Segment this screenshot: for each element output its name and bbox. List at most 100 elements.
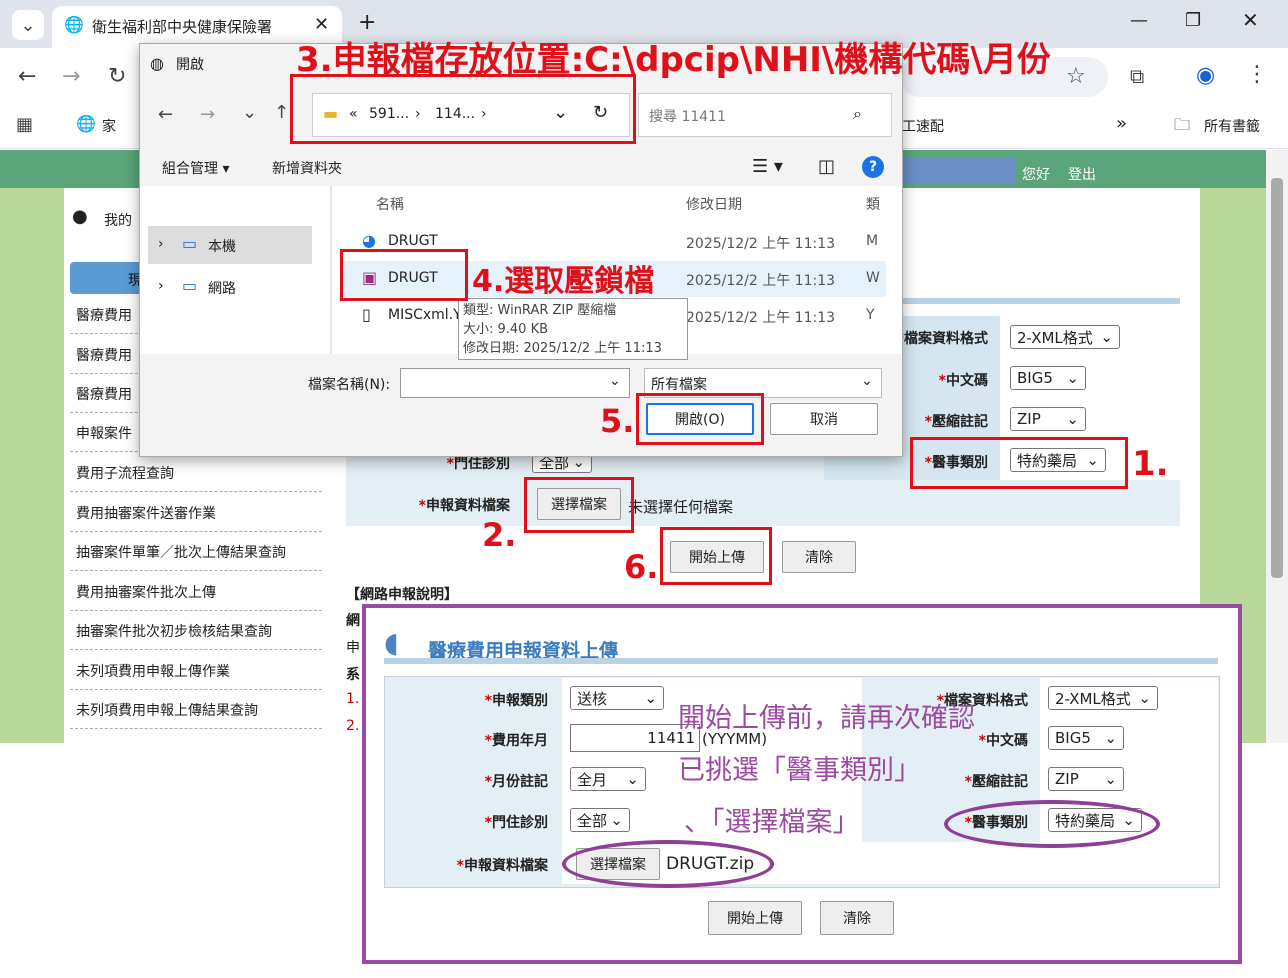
sidebar-item[interactable]: 未列項費用申報上傳作業: [70, 652, 322, 690]
user-name-box: [898, 157, 1016, 183]
reload-icon[interactable]: ↻: [108, 64, 126, 89]
filename-label: 檔案名稱(N):: [308, 377, 391, 393]
sidebar-item[interactable]: 費用子流程查詢: [70, 454, 322, 492]
minimize-icon[interactable]: —: [1130, 10, 1148, 31]
sidebar-item[interactable]: 抽審案件單筆／批次上傳結果查詢: [70, 533, 322, 571]
search-placeholder: 搜尋 11411: [649, 109, 726, 125]
globe-icon: 🌐: [64, 15, 84, 34]
profile-icon[interactable]: ◉: [1196, 63, 1215, 88]
file-name: DRUGT: [388, 233, 438, 249]
sidebar-item[interactable]: 抽審案件批次初步檢核結果查詢: [70, 612, 322, 650]
inset-compress-value: ZIP: [1055, 770, 1079, 788]
new-folder-button[interactable]: 新增資料夾: [272, 158, 342, 178]
notes-line: 網: [346, 613, 360, 629]
organize-menu[interactable]: 組合管理 ▾: [162, 158, 229, 178]
inset-file-label: *申報資料檔案: [456, 858, 548, 874]
col-name-header[interactable]: 名稱: [376, 194, 404, 214]
sidebar-item[interactable]: 費用抽審案件批次上傳: [70, 573, 322, 611]
help-icon[interactable]: ?: [862, 156, 884, 178]
file-icon: ▯: [362, 305, 371, 324]
computer-icon: ▭: [182, 234, 198, 253]
tab-list-button[interactable]: ⌄: [12, 10, 44, 40]
step5-note: 5.: [600, 402, 635, 440]
scroll-thumb[interactable]: [1271, 178, 1283, 578]
apps-icon[interactable]: ▦: [16, 114, 33, 135]
inset-rule: [384, 658, 1218, 664]
file-date: 2025/12/2 上午 11:13: [686, 310, 836, 326]
nav-label: 本機: [208, 239, 236, 255]
chevron-down-icon: ⌄: [20, 14, 36, 36]
extensions-icon[interactable]: ⧉: [1130, 64, 1144, 88]
logout-link[interactable]: 登出: [1068, 164, 1096, 184]
close-window-icon[interactable]: ✕: [1242, 8, 1259, 32]
col-type-header[interactable]: 類: [866, 194, 880, 214]
speech-bubble-icon: ◖: [384, 626, 399, 659]
bookmarks-more[interactable]: »: [1116, 113, 1127, 134]
nav-item-this-pc[interactable]: › ▭ 本機: [148, 226, 312, 264]
inset-monthmark-select[interactable]: 全月 ⌄: [570, 767, 646, 791]
cancel-button[interactable]: 取消: [770, 403, 878, 435]
no-file-text: 未選擇任何檔案: [628, 498, 734, 516]
step3-box: [290, 74, 636, 144]
encoding-select[interactable]: BIG5 ⌄: [1010, 366, 1086, 390]
filename-input[interactable]: ⌄: [400, 368, 630, 398]
chrome-icon: ◍: [150, 54, 164, 73]
back-icon[interactable]: ←: [18, 64, 36, 89]
inset-format-select[interactable]: 2-XML格式 ⌄: [1048, 686, 1158, 710]
nav-item-network[interactable]: › ▭ 網路: [148, 268, 312, 306]
page-scrollbar[interactable]: [1266, 150, 1288, 743]
col-date-header[interactable]: 修改日期: [686, 194, 742, 214]
inset-note-line: 、「選擇檔案」: [684, 807, 860, 838]
chevron-down-icon: ⌄: [861, 373, 873, 389]
medical-highlight-oval: [944, 800, 1160, 848]
star-icon[interactable]: ☆: [1066, 64, 1086, 89]
inset-type-label: *申報類別: [484, 693, 548, 709]
inset-type-select[interactable]: 送核 ⌄: [570, 686, 664, 710]
forward-icon[interactable]: →: [62, 64, 80, 89]
inset-clear-button[interactable]: 清除: [820, 901, 894, 935]
search-box[interactable]: 搜尋 11411 ⌕: [638, 93, 892, 137]
menu-icon[interactable]: ⋮: [1246, 62, 1268, 87]
network-icon: ▭: [182, 276, 198, 295]
all-bookmarks[interactable]: 所有書籤: [1204, 116, 1260, 136]
chevron-right-icon: ›: [158, 236, 164, 252]
chevron-down-icon: ⌄: [610, 811, 623, 829]
step2-box: [524, 477, 634, 533]
restore-icon[interactable]: ❐: [1185, 10, 1201, 31]
bookmark-home[interactable]: 家: [102, 116, 116, 136]
view-icon[interactable]: ☰ ▾: [752, 156, 783, 177]
up-icon[interactable]: ↑: [274, 102, 289, 123]
format-select[interactable]: 2-XML格式 ⌄: [1010, 325, 1120, 349]
file-label: *申報資料檔案: [418, 498, 510, 514]
step4-box: [340, 249, 468, 301]
inset-encoding-select[interactable]: BIG5 ⌄: [1048, 726, 1124, 750]
inset-compress-select[interactable]: ZIP ⌄: [1048, 767, 1124, 791]
step2-note: 2.: [482, 516, 517, 554]
inset-encoding-value: BIG5: [1055, 729, 1091, 747]
notes-line: 1.: [346, 691, 360, 707]
chevron-down-icon: ⌄: [609, 373, 621, 389]
chevron-down-icon: ⌄: [644, 689, 657, 707]
notes-line: 2.: [346, 718, 360, 734]
inset-clinic-label: *門住診別: [484, 815, 548, 831]
inset-upload-button[interactable]: 開始上傳: [708, 901, 802, 935]
forward-icon[interactable]: →: [200, 104, 215, 125]
clear-button[interactable]: 清除: [782, 541, 856, 573]
back-icon[interactable]: ←: [158, 104, 173, 125]
bookmark-item[interactable]: 工速配: [902, 116, 944, 136]
step5-box: [636, 393, 764, 445]
inset-clinic-select[interactable]: 全部 ⌄: [570, 808, 630, 832]
chevron-down-icon[interactable]: ⌄: [242, 102, 257, 123]
step1-note: 1.: [1132, 444, 1169, 484]
inset-month-label: *費用年月: [484, 733, 548, 749]
inset-monthmark-label: *月份註記: [484, 774, 548, 790]
nav-label: 網路: [208, 281, 236, 297]
sidebar-item[interactable]: 未列項費用申報上傳結果查詢: [70, 691, 322, 729]
side-tab[interactable]: 現: [70, 262, 142, 294]
preview-pane-icon[interactable]: ◫: [818, 156, 835, 177]
compress-value: ZIP: [1017, 410, 1041, 428]
notes-line: 系: [346, 667, 360, 683]
file-name: MISCxml.Y: [388, 307, 462, 323]
sidebar-item[interactable]: 費用抽審案件送審作業: [70, 494, 322, 532]
compress-select[interactable]: ZIP ⌄: [1010, 407, 1086, 431]
